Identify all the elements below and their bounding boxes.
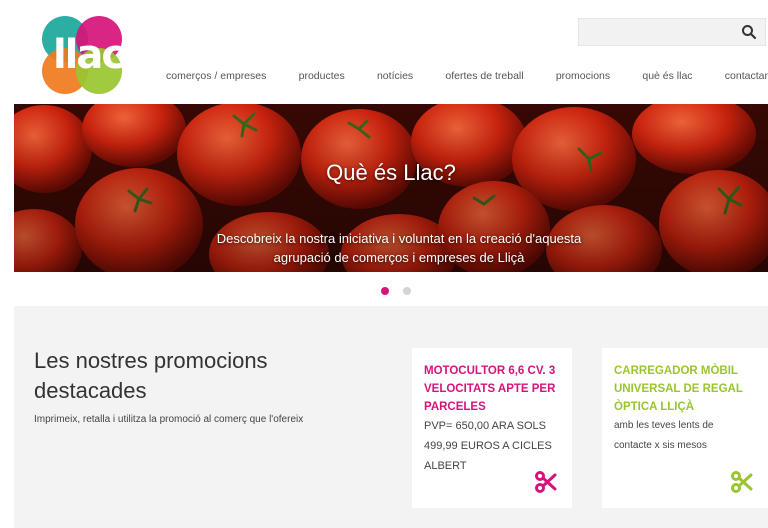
hero-subtitle: Descobreix la nostra iniciativa i volunt… [216,231,582,265]
promotions-title: Les nostres promocions destacades [34,348,268,403]
main-nav: comerços / empreses productes notícies o… [166,70,768,86]
promo-card-text: amb les teves lents de contacte x sis me… [614,420,714,451]
nav-item-productes[interactable]: productes [299,70,345,86]
search-input[interactable] [579,19,741,43]
carousel-dot-1[interactable] [381,287,389,295]
promotions-section: Les nostres promocions destacades Imprim… [14,306,768,528]
scissors-icon[interactable] [534,470,558,494]
nav-item-ofertes-de-treball[interactable]: ofertes de treball [445,70,523,86]
promo-card[interactable]: CARREGADOR MÒBIL UNIVERSAL DE REGAL ÒPTI… [602,348,768,508]
nav-item-comercos[interactable]: comerços / empreses [166,70,266,86]
search-icon[interactable] [741,24,757,40]
promo-card-title[interactable]: CARREGADOR MÒBIL UNIVERSAL DE REGAL ÒPTI… [614,362,754,416]
llac-logo[interactable]: llac [42,16,126,96]
promotions-description: Imprimeix, retalla i utilitza la promoci… [34,414,304,425]
hero-banner[interactable]: Què és Llac? Descobreix la nostra inicia… [14,104,768,272]
promo-card[interactable]: MOTOCULTOR 6,6 CV. 3 VELOCITATS APTE PER… [412,348,572,508]
promo-card-text: PVP= 650,00 ARA SOLS 499,99 EUROS A CICL… [424,420,552,472]
hero-title: Què és Llac? [326,160,456,185]
scissors-icon[interactable] [730,470,754,494]
carousel-indicators [0,284,768,298]
logo-text: llac [52,32,125,78]
carousel-dot-2[interactable] [403,287,411,295]
promo-card-title[interactable]: MOTOCULTOR 6,6 CV. 3 VELOCITATS APTE PER… [424,362,564,416]
nav-item-contactar[interactable]: contactar [725,70,768,86]
nav-item-que-es-llac[interactable]: què és llac [642,70,692,86]
search-box [578,18,766,46]
nav-item-promocions[interactable]: promocions [556,70,610,86]
nav-item-noticies[interactable]: notícies [377,70,413,86]
site-header: llac comerços / empreses productes notíc… [0,0,768,104]
